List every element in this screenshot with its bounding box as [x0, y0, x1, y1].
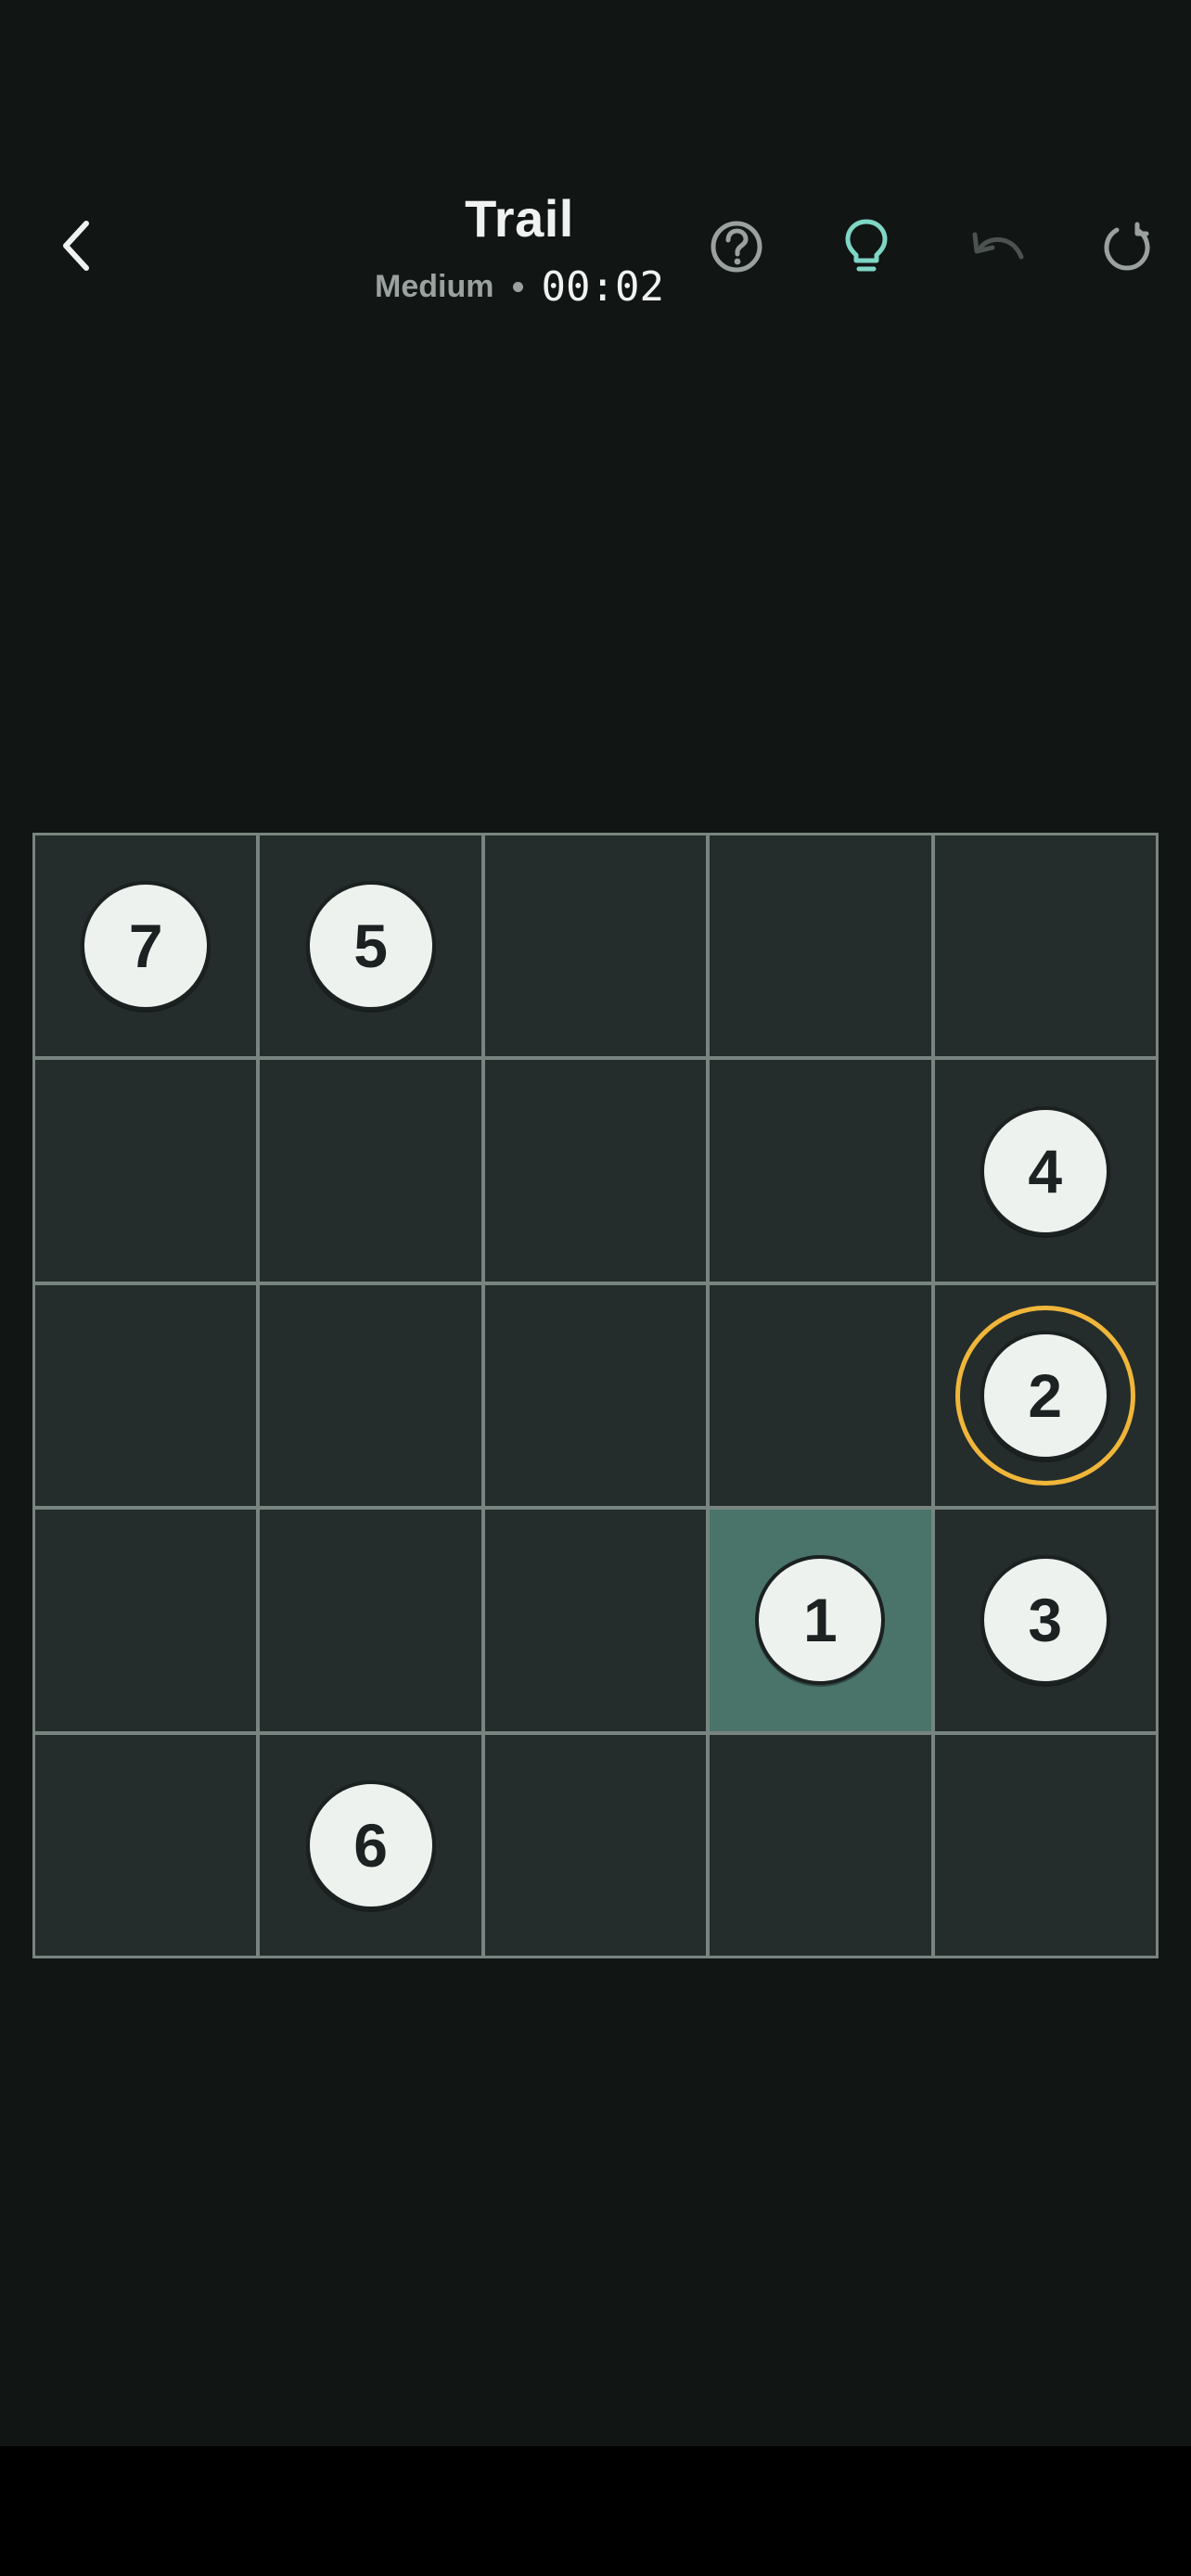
board-cell-r0-c1[interactable]: 5: [260, 835, 481, 1057]
hint-button[interactable]: [829, 210, 903, 284]
board-cell-r2-c1[interactable]: [260, 1284, 481, 1507]
board-cell-r2-c3[interactable]: [710, 1284, 931, 1507]
title-block: Trail Medium 00:02: [334, 189, 705, 312]
number-node: 5: [305, 881, 436, 1012]
number-node: 6: [305, 1779, 436, 1910]
board-cell-r0-c3[interactable]: [710, 835, 931, 1057]
subtitle: Medium 00:02: [334, 263, 705, 311]
number-node: 7: [81, 881, 211, 1012]
board-cell-r3-c2[interactable]: [484, 1510, 707, 1731]
board-cell-r3-c4[interactable]: 3: [934, 1510, 1156, 1731]
board-cell-r4-c0[interactable]: [35, 1734, 257, 1956]
board-cell-r2-c2[interactable]: [484, 1284, 707, 1507]
chevron-left-icon: [63, 221, 89, 271]
difficulty-label: Medium: [375, 269, 494, 304]
separator-dot: [512, 282, 523, 292]
board-cell-r0-c2[interactable]: [484, 835, 707, 1057]
undo-button[interactable]: [959, 210, 1033, 284]
board-cell-r4-c4[interactable]: [934, 1734, 1156, 1956]
game-board: 75 4 213 6: [32, 833, 1159, 1958]
board-cell-r4-c1[interactable]: 6: [260, 1734, 481, 1956]
board-cell-r0-c0[interactable]: 7: [35, 835, 257, 1057]
board-cell-r2-c4[interactable]: 2: [934, 1284, 1156, 1507]
board-cell-r0-c4[interactable]: [934, 835, 1156, 1057]
number-node: 1: [755, 1555, 886, 1686]
back-button[interactable]: [41, 210, 113, 282]
app-screen: Trail Medium 00:02 7 5 4 2 1 3 6: [0, 0, 1191, 2576]
timer: 00:02: [541, 263, 664, 311]
restart-button[interactable]: [1089, 210, 1163, 284]
header: Trail Medium 00:02: [0, 167, 1191, 352]
help-circle-icon: [711, 221, 762, 273]
board-cell-r1-c2[interactable]: [484, 1060, 707, 1282]
board-cell-r1-c1[interactable]: [260, 1060, 481, 1282]
number-node: 2: [980, 1330, 1110, 1460]
board-cell-r4-c3[interactable]: [710, 1734, 931, 1956]
board-cell-r3-c3[interactable]: 1: [710, 1510, 931, 1731]
board-cell-r1-c4[interactable]: 4: [934, 1060, 1156, 1282]
board-cell-r3-c1[interactable]: [260, 1510, 481, 1731]
board-cell-r1-c0[interactable]: [35, 1060, 257, 1282]
number-node: 3: [980, 1555, 1110, 1686]
help-button[interactable]: [699, 210, 774, 284]
lightbulb-icon: [845, 219, 888, 272]
bottom-bar: [0, 2446, 1191, 2576]
board-cell-r3-c0[interactable]: [35, 1510, 257, 1731]
restart-icon: [1104, 222, 1150, 271]
number-node: 4: [980, 1105, 1110, 1236]
board-cell-r1-c3[interactable]: [710, 1060, 931, 1282]
undo-icon: [972, 232, 1024, 260]
board-cell-r2-c0[interactable]: [35, 1284, 257, 1507]
page-title: Trail: [465, 189, 574, 248]
board-cell-r4-c2[interactable]: [484, 1734, 707, 1956]
